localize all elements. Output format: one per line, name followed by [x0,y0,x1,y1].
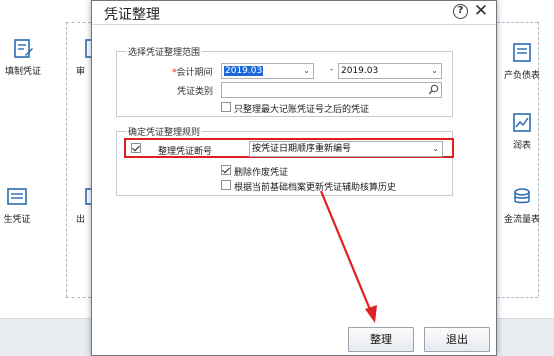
title-separator [92,24,496,25]
tile-gen-voucher[interactable]: 生凭证 [0,186,42,225]
chevron-down-icon: ⌄ [432,144,439,153]
tile-clip: 出 [74,186,91,231]
renumber-mode-value: 按凭证日期顺序重新编号 [252,144,352,154]
exit-button[interactable]: 退出 [424,327,490,352]
tile-label: 生凭证 [3,215,31,225]
tile-label: 审 [76,67,86,77]
period-to-value: 2019.03 [341,66,379,76]
report-icon [513,43,531,62]
period-to-select[interactable]: 2019.03 ⌄ [338,63,442,79]
line-chart-icon [513,113,531,132]
update-aux-label: 根据当前基础档案更新凭证辅助核算历史 [234,183,397,193]
tile-profit[interactable]: 润表 [497,112,547,151]
delete-voided-checkbox[interactable] [221,165,231,175]
tile-label: 产负债表 [503,71,540,81]
dialog-title: 凭证整理 [104,7,160,23]
renumber-checkbox[interactable] [131,143,141,153]
tile-label: 出 [76,215,86,225]
period-from-value: 2019.03 [224,66,264,76]
organize-button[interactable]: 整理 [348,327,414,352]
tile-cashflow[interactable]: 金流量表 [497,186,547,225]
delete-voided-label: 删除作废凭证 [234,168,289,178]
rules-group-legend: 确定凭证整理规则 [126,125,203,138]
voucher-organize-dialog: 凭证整理 ? ✕ 选择凭证整理范围 *会计期间 2019.03 ⌄ - 2019… [91,0,497,356]
tile-label: 润表 [512,141,531,151]
divider [66,22,67,297]
voucher-type-label: 凭证类别 [177,87,214,97]
coins-icon [514,188,530,204]
update-aux-checkbox[interactable] [221,180,231,190]
voucher-type-input[interactable] [221,82,442,98]
audit-icon [85,39,91,58]
tile-label: 金流量表 [503,215,540,225]
tile-clip: 审 [74,38,91,83]
divider [497,297,538,298]
chevron-down-icon: ⌄ [303,66,310,75]
close-icon[interactable]: ✕ [473,2,489,20]
edit-document-icon [14,39,33,58]
output-icon [85,188,91,205]
divider [66,297,91,298]
period-label: *会计期间 [172,65,213,78]
renumber-mode-select[interactable]: 按凭证日期顺序重新编号 ⌄ [249,141,443,157]
tile-audit[interactable] [74,38,91,64]
period-label-text: 会计期间 [176,68,213,78]
search-icon[interactable] [428,84,439,95]
tile-fill-voucher[interactable]: 填制凭证 [0,38,48,77]
voucher-icon [7,188,27,205]
only-after-max-label: 只整理最大记账凭证号之后的凭证 [234,105,370,115]
help-icon[interactable]: ? [453,4,468,19]
renumber-label: 整理凭证断号 [158,147,213,157]
tile-label: 填制凭证 [4,67,41,77]
range-group-legend: 选择凭证整理范围 [126,45,203,58]
divider [66,22,91,23]
period-from-select[interactable]: 2019.03 ⌄ [221,63,314,79]
divider [497,22,538,23]
tile-balance-sheet[interactable]: 产负债表 [497,42,547,81]
chevron-down-icon: ⌄ [431,66,438,75]
tile-out[interactable] [74,186,91,212]
only-after-max-checkbox[interactable] [221,102,231,112]
period-separator: - [330,65,334,75]
